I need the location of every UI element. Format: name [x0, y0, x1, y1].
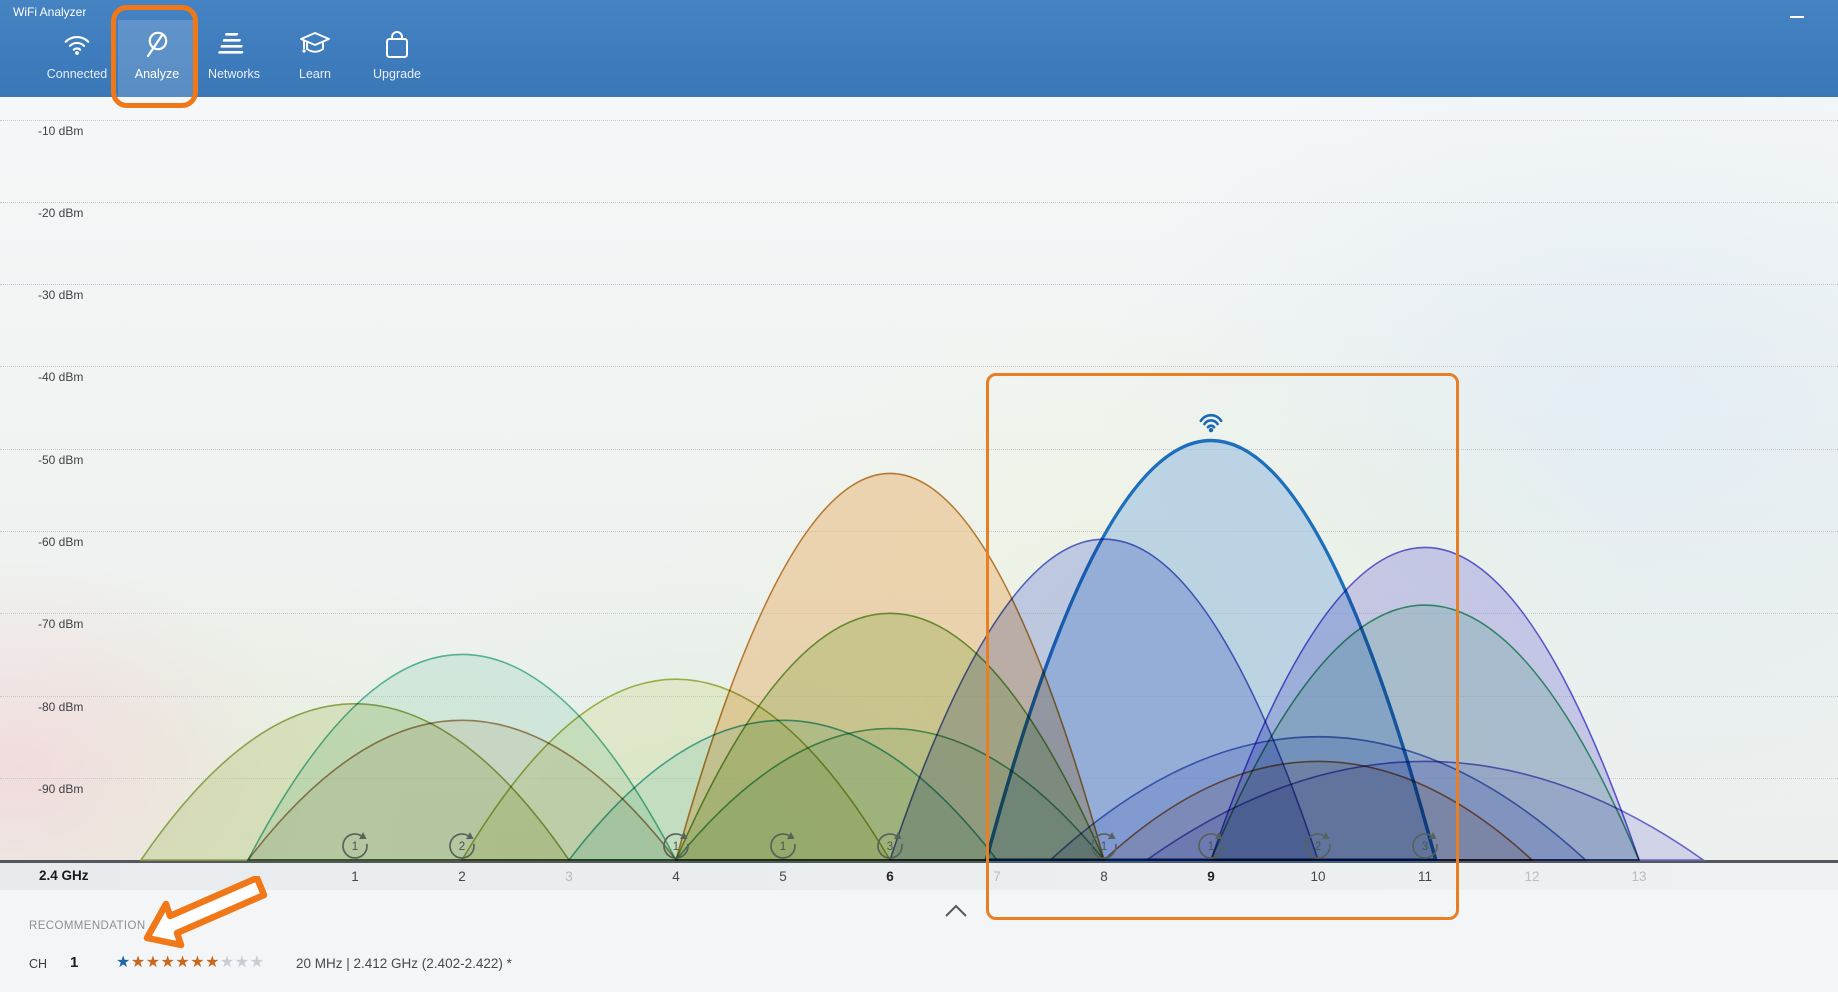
- star-icon: ★: [131, 954, 146, 971]
- wifi-icon: [61, 30, 93, 56]
- tab-upgrade[interactable]: Upgrade: [358, 20, 436, 97]
- channel-number: 6: [886, 869, 894, 884]
- title-nav-bar: WiFi Analyzer Connected Analyze Networks: [0, 0, 1838, 97]
- channel-number: 12: [1524, 869, 1539, 884]
- star-icon: ★: [146, 954, 161, 971]
- star-icon: ★: [116, 954, 131, 971]
- y-tick-label: -90 dBm: [38, 782, 83, 796]
- tab-learn[interactable]: Learn: [276, 20, 354, 97]
- star-icon: ★: [235, 954, 250, 971]
- tab-connected[interactable]: Connected: [38, 20, 116, 97]
- tab-label: Networks: [208, 67, 260, 81]
- channel-number: 2: [458, 869, 466, 884]
- recommendation-heading: RECOMMENDATION: [29, 920, 146, 932]
- y-tick-label: -70 dBm: [38, 617, 83, 631]
- annotation-arrow-icon: [135, 876, 285, 956]
- channel-number: 4: [672, 869, 680, 884]
- upgrade-shopping-bag-icon: [382, 30, 412, 60]
- gridline: [0, 449, 1838, 450]
- star-icon: ★: [205, 954, 220, 971]
- channel-number: 1: [351, 869, 359, 884]
- gridline: [0, 778, 1838, 779]
- collapse-chevron-icon[interactable]: [944, 903, 968, 919]
- gridline: [0, 696, 1838, 697]
- gridline: [0, 531, 1838, 532]
- star-icon: ★: [220, 954, 235, 971]
- gridline: [0, 120, 1838, 121]
- channel-number: 5: [779, 869, 787, 884]
- channel-label: CH: [29, 957, 47, 971]
- gridline: [0, 366, 1838, 367]
- tab-networks[interactable]: Networks: [195, 20, 273, 97]
- y-tick-label: -10 dBm: [38, 124, 83, 138]
- gridline: [0, 284, 1838, 285]
- y-tick-label: -50 dBm: [38, 453, 83, 467]
- channel-selection-box: [986, 373, 1459, 920]
- channel-number: 3: [565, 869, 573, 884]
- networks-icon: [218, 30, 250, 56]
- gridline: [0, 202, 1838, 203]
- wifi-analyzer-window: { "window": { "app_title": "WiFi Analyze…: [0, 0, 1838, 992]
- y-tick-label: -20 dBm: [38, 206, 83, 220]
- star-icon: ★: [190, 954, 205, 971]
- star-icon: ★: [175, 954, 190, 971]
- y-tick-label: -60 dBm: [38, 535, 83, 549]
- channel-number: 13: [1631, 869, 1646, 884]
- learn-graduation-cap-icon: [298, 30, 332, 58]
- gridline: [0, 613, 1838, 614]
- y-tick-label: -30 dBm: [38, 288, 83, 302]
- spectrum-chart: -10 dBm -20 dBm -30 dBm -40 dBm -50 dBm …: [0, 97, 1838, 860]
- y-tick-label: -40 dBm: [38, 370, 83, 384]
- analyze-tab-highlight-ring: [111, 5, 198, 108]
- tab-label: Upgrade: [373, 67, 421, 81]
- app-title: WiFi Analyzer: [13, 5, 86, 19]
- recommendation-details: 20 MHz | 2.412 GHz (2.402-2.422) *: [296, 956, 512, 971]
- tab-label: Learn: [299, 67, 331, 81]
- star-icon: ★: [250, 954, 265, 971]
- band-label: 2.4 GHz: [39, 868, 89, 883]
- tab-label: Connected: [47, 67, 107, 81]
- star-icon: ★: [161, 954, 176, 971]
- recommended-channel-value: 1: [70, 954, 78, 971]
- y-tick-label: -80 dBm: [38, 700, 83, 714]
- minimize-button[interactable]: [1784, 8, 1810, 26]
